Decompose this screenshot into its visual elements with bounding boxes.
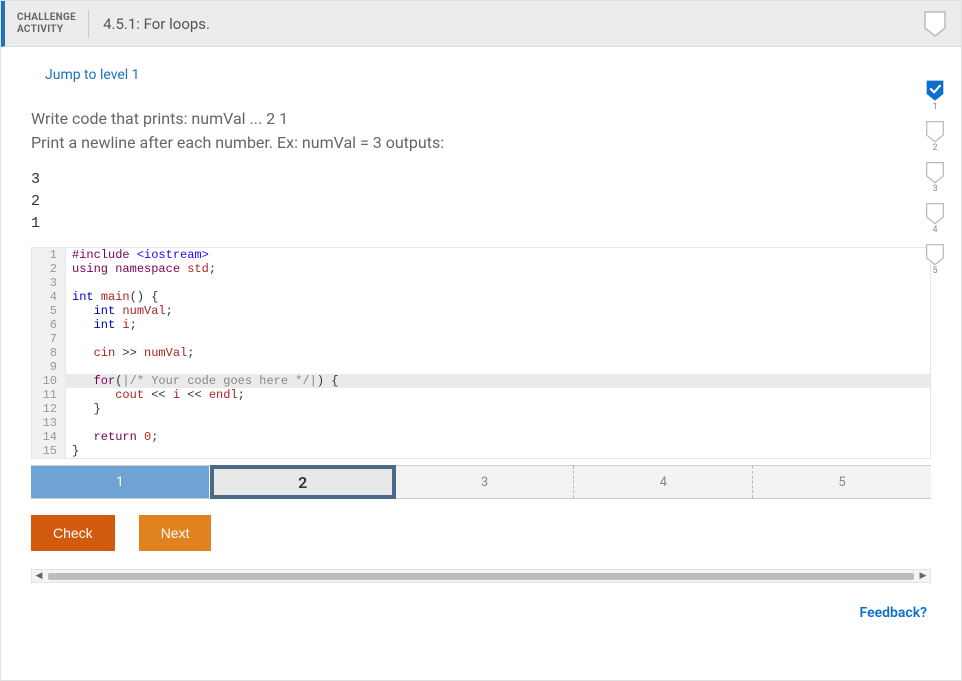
line-number: 8 [32, 346, 66, 360]
code-line[interactable]: 11 cout << i << endl; [32, 388, 930, 402]
code-line[interactable]: 3 [32, 276, 930, 290]
code-line[interactable]: 7 [32, 332, 930, 346]
feedback-link[interactable]: Feedback? [31, 605, 931, 621]
code-text[interactable] [66, 416, 930, 430]
code-text[interactable]: cin >> numVal; [66, 346, 930, 360]
line-number: 3 [32, 276, 66, 290]
level-tab-1[interactable]: 1 [31, 466, 210, 498]
code-text[interactable]: #include <iostream> [66, 248, 930, 262]
code-line[interactable]: 6 int i; [32, 318, 930, 332]
shield-icon [925, 202, 945, 224]
line-number: 14 [32, 430, 66, 444]
activity-header: CHALLENGE ACTIVITY 4.5.1: For loops. [1, 1, 961, 47]
level-tab-3[interactable]: 3 [396, 466, 575, 498]
prompt-line1: Write code that prints: numVal ... 2 1 [31, 107, 931, 131]
line-number: 4 [32, 290, 66, 304]
shield-icon [923, 10, 947, 38]
code-text[interactable] [66, 276, 930, 290]
activity-type-label: CHALLENGE ACTIVITY [5, 10, 89, 38]
badge-number: 1 [932, 102, 937, 112]
code-line[interactable]: 5 int numVal; [32, 304, 930, 318]
code-line[interactable]: 12 } [32, 402, 930, 416]
code-line[interactable]: 10 for(|/* Your code goes here */|) { [32, 374, 930, 388]
code-text[interactable]: int i; [66, 318, 930, 332]
level-tab-5[interactable]: 5 [753, 466, 931, 498]
code-line[interactable]: 9 [32, 360, 930, 374]
badge-number: 2 [932, 143, 937, 153]
check-button[interactable]: Check [31, 515, 115, 551]
code-line[interactable]: 14 return 0; [32, 430, 930, 444]
level-tabs: 12345 [31, 465, 931, 499]
level-tab-4[interactable]: 4 [574, 466, 753, 498]
code-text[interactable]: } [66, 402, 930, 416]
prompt-text: Write code that prints: numVal ... 2 1 P… [31, 107, 931, 155]
code-text[interactable]: for(|/* Your code goes here */|) { [66, 374, 930, 388]
progress-badge-5[interactable]: 5 [925, 243, 945, 276]
badge-number: 3 [932, 184, 937, 194]
code-text[interactable]: } [66, 444, 930, 458]
prompt-line2: Print a newline after each number. Ex: n… [31, 131, 931, 155]
example-output: 3 2 1 [31, 169, 931, 235]
shield-icon [925, 243, 945, 265]
code-line[interactable]: 1#include <iostream> [32, 248, 930, 262]
code-line[interactable]: 8 cin >> numVal; [32, 346, 930, 360]
progress-badges: 1 2 3 4 5 [925, 79, 945, 282]
code-text[interactable]: int numVal; [66, 304, 930, 318]
code-text[interactable] [66, 360, 930, 374]
line-number: 1 [32, 248, 66, 262]
line-number: 15 [32, 444, 66, 458]
code-text[interactable]: using namespace std; [66, 262, 930, 276]
scroll-thumb[interactable] [48, 573, 914, 580]
code-line[interactable]: 15} [32, 444, 930, 458]
line-number: 6 [32, 318, 66, 332]
line-number: 12 [32, 402, 66, 416]
line-number: 2 [32, 262, 66, 276]
line-number: 5 [32, 304, 66, 318]
shield-icon [925, 120, 945, 142]
code-text[interactable]: int main() { [66, 290, 930, 304]
progress-badge-3[interactable]: 3 [925, 161, 945, 194]
progress-badge-1[interactable]: 1 [925, 79, 945, 112]
scroll-left-icon[interactable]: ◀ [32, 570, 46, 582]
line-number: 10 [32, 374, 66, 388]
check-shield-icon [925, 79, 945, 101]
code-line[interactable]: 2using namespace std; [32, 262, 930, 276]
progress-badge-4[interactable]: 4 [925, 202, 945, 235]
code-text[interactable]: return 0; [66, 430, 930, 444]
scroll-right-icon[interactable]: ▶ [916, 570, 930, 582]
code-line[interactable]: 4int main() { [32, 290, 930, 304]
badge-number: 5 [932, 266, 937, 276]
activity-title: 4.5.1: For loops. [89, 15, 923, 33]
code-editor[interactable]: 1#include <iostream>2using namespace std… [31, 247, 931, 459]
shield-icon [925, 161, 945, 183]
horizontal-scrollbar[interactable]: ◀ ▶ [31, 569, 931, 583]
progress-badge-2[interactable]: 2 [925, 120, 945, 153]
line-number: 11 [32, 388, 66, 402]
next-button[interactable]: Next [139, 515, 212, 551]
code-text[interactable]: cout << i << endl; [66, 388, 930, 402]
code-text[interactable] [66, 332, 930, 346]
label-line2: ACTIVITY [17, 24, 76, 36]
line-number: 9 [32, 360, 66, 374]
level-tab-2[interactable]: 2 [210, 465, 396, 499]
line-number: 7 [32, 332, 66, 346]
jump-to-level-link[interactable]: Jump to level 1 [31, 67, 931, 83]
code-line[interactable]: 13 [32, 416, 930, 430]
line-number: 13 [32, 416, 66, 430]
badge-number: 4 [932, 225, 937, 235]
label-line1: CHALLENGE [17, 12, 76, 24]
